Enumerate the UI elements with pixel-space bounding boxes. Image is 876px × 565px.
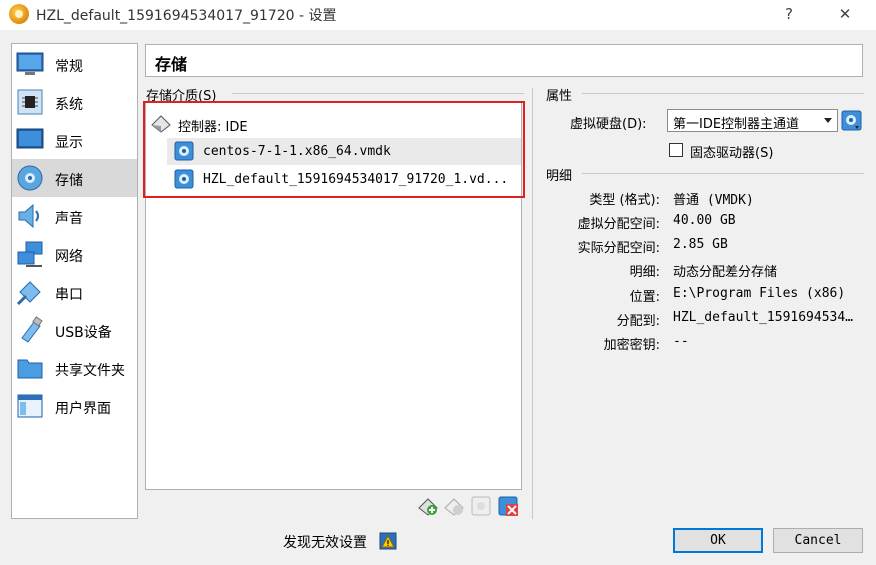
- hard-disk-label: 虚拟硬盘(D):: [570, 117, 647, 132]
- detail-label-details: 明细:: [629, 265, 660, 280]
- nav-label: USB设备: [55, 325, 112, 341]
- detail-value-location: E:\Program Files (x86): [673, 286, 846, 301]
- chevron-down-icon: [824, 118, 832, 123]
- display-icon: [16, 128, 44, 149]
- settings-nav: 常规 系统 显示 存储 声音 网络 串口 USB设备 共享文件夹 用户界面: [11, 43, 138, 519]
- nav-label: 常规: [55, 59, 83, 75]
- title-bar: HZL_default_1591694534017_91720 - 设置 ? ✕: [0, 0, 876, 30]
- page-title: 存储: [155, 55, 188, 74]
- nav-item-audio[interactable]: 声音: [12, 197, 137, 235]
- detail-value-actual-size: 2.85 GB: [673, 237, 728, 252]
- divider: [582, 173, 864, 174]
- cancel-button[interactable]: Cancel: [773, 528, 863, 553]
- attributes-label: 属性: [546, 89, 573, 104]
- detail-value-encryption-key: --: [673, 334, 689, 349]
- disk-icon: [17, 165, 43, 191]
- ssd-checkbox[interactable]: [669, 143, 683, 157]
- disk-name: centos-7-1-1.x86_64.vmdk: [203, 144, 391, 159]
- remove-attachment-icon[interactable]: [497, 495, 519, 517]
- warning-icon[interactable]: [379, 532, 397, 550]
- nav-item-user-interface[interactable]: 用户界面: [12, 387, 137, 425]
- ok-button[interactable]: OK: [673, 528, 763, 553]
- hard-disk-icon: [174, 141, 194, 161]
- storage-tree[interactable]: 控制器: IDE centos-7-1-1.x86_64.vmdk HZL_de…: [145, 102, 522, 490]
- remove-controller-icon[interactable]: [443, 495, 465, 517]
- ssd-label: 固态驱动器(S): [690, 146, 774, 161]
- disk-name: HZL_default_1591694534017_91720_1.vd...: [203, 172, 509, 187]
- controller-label: 控制器: IDE: [178, 120, 248, 135]
- hard-disk-value: 第一IDE控制器主通道: [673, 117, 800, 132]
- nav-item-storage[interactable]: 存储: [12, 159, 137, 197]
- speaker-icon: [18, 203, 39, 229]
- detail-value-type: 普通 (VMDK): [673, 193, 754, 208]
- nav-item-serial-ports[interactable]: 串口: [12, 273, 137, 311]
- detail-label-attached-to: 分配到:: [616, 314, 660, 329]
- nav-label: 用户界面: [55, 401, 111, 417]
- serial-port-icon: [16, 281, 41, 306]
- usb-icon: [21, 316, 43, 343]
- folder-icon: [17, 359, 43, 379]
- tree-row-disk[interactable]: centos-7-1-1.x86_64.vmdk: [167, 138, 521, 165]
- nav-label: 存储: [55, 173, 83, 189]
- nav-item-display[interactable]: 显示: [12, 121, 137, 159]
- divider: [232, 93, 524, 94]
- invalid-settings-label: 发现无效设置: [283, 535, 367, 551]
- tree-row-disk[interactable]: HZL_default_1591694534017_91720_1.vd...: [167, 166, 521, 193]
- hard-disk-select[interactable]: 第一IDE控制器主通道: [667, 109, 838, 132]
- detail-label-type: 类型 (格式):: [589, 193, 660, 208]
- nav-label: 声音: [55, 211, 83, 227]
- choose-disk-icon[interactable]: [841, 110, 862, 131]
- network-icon: [17, 241, 43, 267]
- nav-item-network[interactable]: 网络: [12, 235, 137, 273]
- nav-item-general[interactable]: 常规: [12, 45, 137, 83]
- detail-value-details: 动态分配差分存储: [673, 265, 778, 280]
- tree-row-controller[interactable]: 控制器: IDE: [147, 110, 521, 137]
- ide-controller-icon: [151, 115, 171, 133]
- nav-label: 显示: [55, 135, 83, 151]
- nav-label: 共享文件夹: [55, 363, 125, 379]
- virtualbox-app-icon: [9, 4, 29, 24]
- page-header: 存储: [145, 44, 863, 77]
- detail-value-attached-to: HZL_default_1591694534…: [673, 310, 854, 325]
- divider: [582, 93, 864, 94]
- detail-label-virtual-size: 虚拟分配空间:: [577, 217, 660, 232]
- window-title: HZL_default_1591694534017_91720 - 设置: [36, 8, 337, 24]
- nav-label: 串口: [55, 287, 83, 303]
- details-label: 明细: [546, 169, 573, 184]
- hard-disk-icon: [174, 169, 194, 189]
- panel-divider: [532, 88, 533, 519]
- detail-label-actual-size: 实际分配空间:: [577, 241, 660, 256]
- nav-item-shared-folders[interactable]: 共享文件夹: [12, 349, 137, 387]
- detail-label-encryption-key: 加密密钥:: [603, 338, 660, 353]
- add-attachment-icon[interactable]: [470, 495, 492, 517]
- monitor-icon: [16, 52, 44, 75]
- detail-label-location: 位置:: [629, 290, 660, 305]
- add-controller-icon[interactable]: [417, 495, 439, 517]
- nav-label: 网络: [55, 249, 83, 265]
- close-button[interactable]: ✕: [822, 0, 868, 30]
- detail-value-virtual-size: 40.00 GB: [673, 213, 736, 228]
- window-icon: [17, 394, 43, 418]
- nav-item-usb[interactable]: USB设备: [12, 311, 137, 349]
- nav-item-system[interactable]: 系统: [12, 83, 137, 121]
- help-button[interactable]: ?: [766, 0, 812, 30]
- nav-label: 系统: [55, 97, 83, 113]
- chip-icon: [17, 89, 43, 115]
